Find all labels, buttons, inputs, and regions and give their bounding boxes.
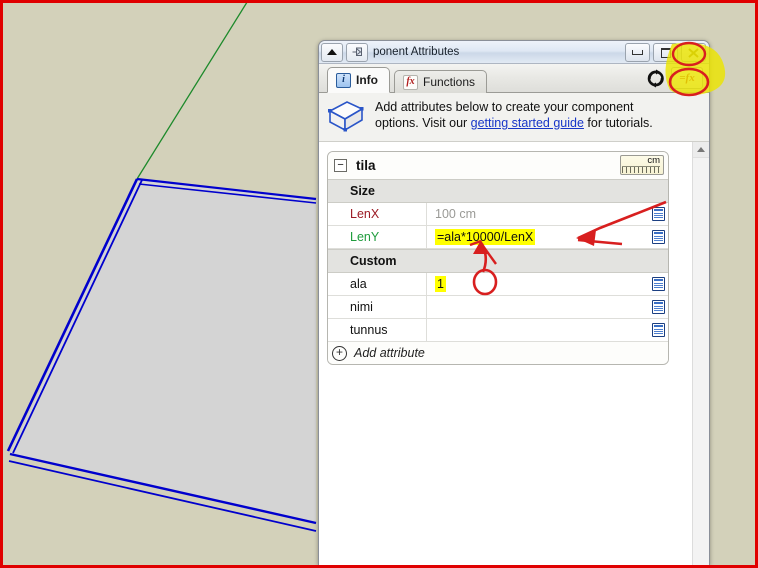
tab-info-label: Info	[356, 73, 378, 87]
tab-info[interactable]: i Info	[327, 67, 390, 93]
info-icon: i	[336, 72, 351, 88]
